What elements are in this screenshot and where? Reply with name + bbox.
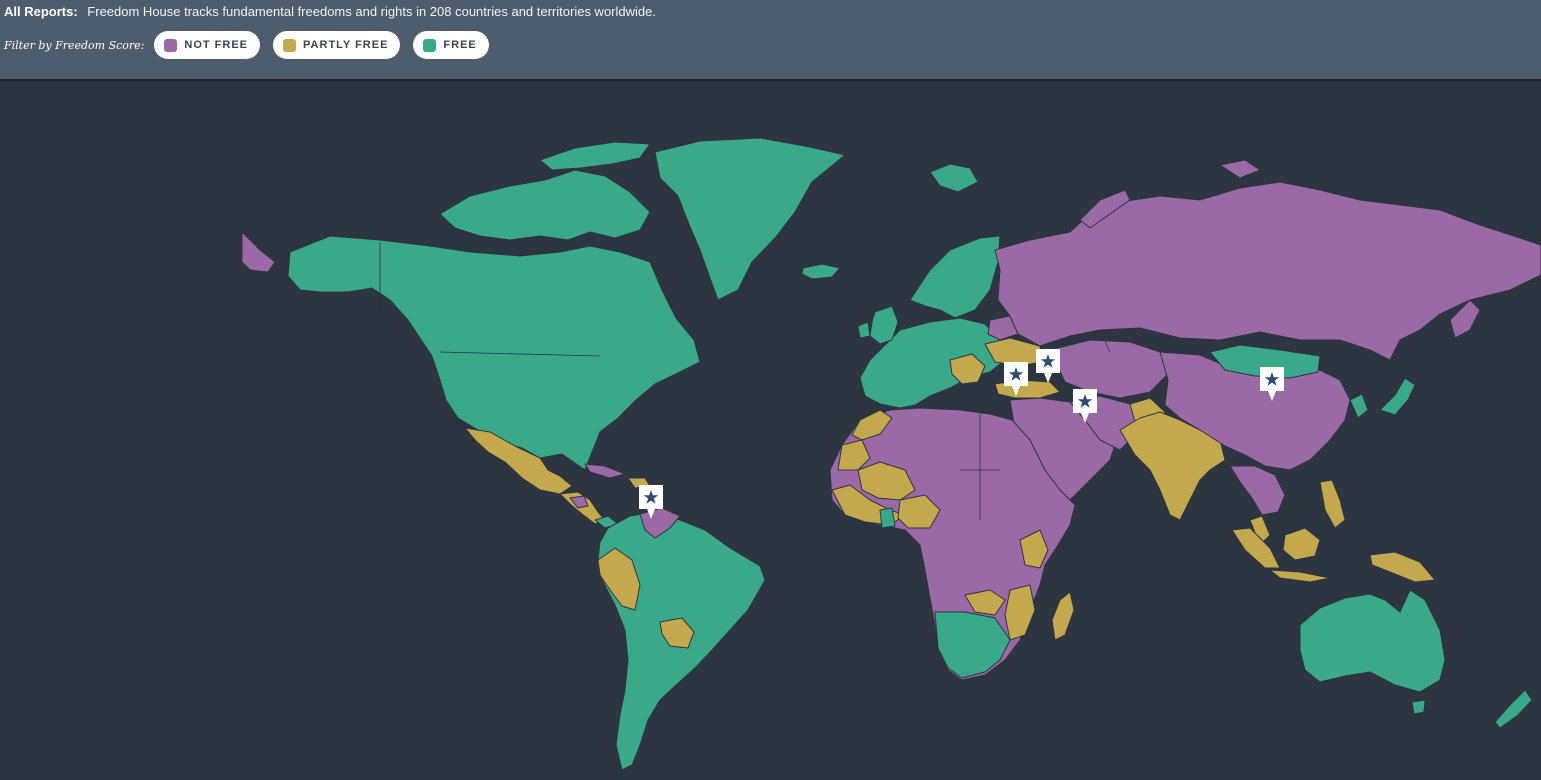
armenia-marker[interactable] bbox=[1036, 349, 1060, 383]
report-label: All Reports: bbox=[4, 4, 78, 19]
southeast-asia-shape[interactable] bbox=[1229, 465, 1286, 516]
chukotka-shape[interactable] bbox=[241, 231, 276, 273]
filter-not-free-button[interactable]: NOT FREE bbox=[154, 31, 261, 59]
filter-partly-free-label: PARTLY FREE bbox=[303, 39, 389, 51]
severnaya-shape[interactable] bbox=[1219, 159, 1261, 179]
svalbard-shape[interactable] bbox=[929, 163, 979, 193]
world-map-svg bbox=[241, 137, 1541, 771]
cuba-shape[interactable] bbox=[584, 463, 626, 479]
filter-not-free-label: NOT FREE bbox=[184, 39, 249, 51]
ghana-shape[interactable] bbox=[879, 507, 896, 529]
new-guinea-shape[interactable] bbox=[1369, 551, 1436, 583]
korea-shape[interactable] bbox=[1349, 393, 1369, 419]
australia-shape[interactable] bbox=[1299, 589, 1446, 693]
report-description: Freedom House tracks fundamental freedom… bbox=[87, 4, 656, 19]
filter-label: Filter by Freedom Score: bbox=[4, 38, 145, 52]
mozambique-shape[interactable] bbox=[1004, 584, 1036, 641]
ireland-shape[interactable] bbox=[857, 321, 871, 339]
free-swatch bbox=[423, 38, 437, 52]
sumatra-shape[interactable] bbox=[1231, 527, 1281, 569]
freedom-score-filter: Filter by Freedom Score: NOT FREE PARTLY… bbox=[4, 30, 502, 60]
filter-free-button[interactable]: FREE bbox=[413, 31, 489, 59]
japan-shape[interactable] bbox=[1379, 377, 1416, 416]
report-summary: All Reports: Freedom House tracks fundam… bbox=[4, 4, 656, 22]
new-zealand-shape[interactable] bbox=[1494, 689, 1533, 729]
tasmania-shape[interactable] bbox=[1411, 699, 1426, 715]
iceland-shape[interactable] bbox=[801, 263, 841, 280]
not-free-swatch bbox=[164, 38, 178, 52]
borneo-shape[interactable] bbox=[1282, 527, 1321, 561]
scandinavia-shape[interactable] bbox=[909, 235, 1001, 319]
madagascar-shape[interactable] bbox=[1051, 591, 1075, 641]
filter-partly-free-button[interactable]: PARTLY FREE bbox=[273, 31, 401, 59]
arctic-north-islands-shape[interactable] bbox=[539, 141, 651, 171]
java-shape[interactable] bbox=[1269, 569, 1331, 583]
arctic-islands-shape[interactable] bbox=[439, 169, 651, 241]
filter-free-label: FREE bbox=[443, 39, 477, 51]
philippines-shape[interactable] bbox=[1319, 479, 1346, 529]
world-map[interactable] bbox=[0, 83, 1541, 780]
star-icon bbox=[1036, 349, 1060, 383]
partly-free-swatch bbox=[283, 38, 297, 52]
top-header: All Reports: Freedom House tracks fundam… bbox=[0, 0, 1541, 81]
central-asia-shape[interactable] bbox=[1049, 339, 1171, 399]
